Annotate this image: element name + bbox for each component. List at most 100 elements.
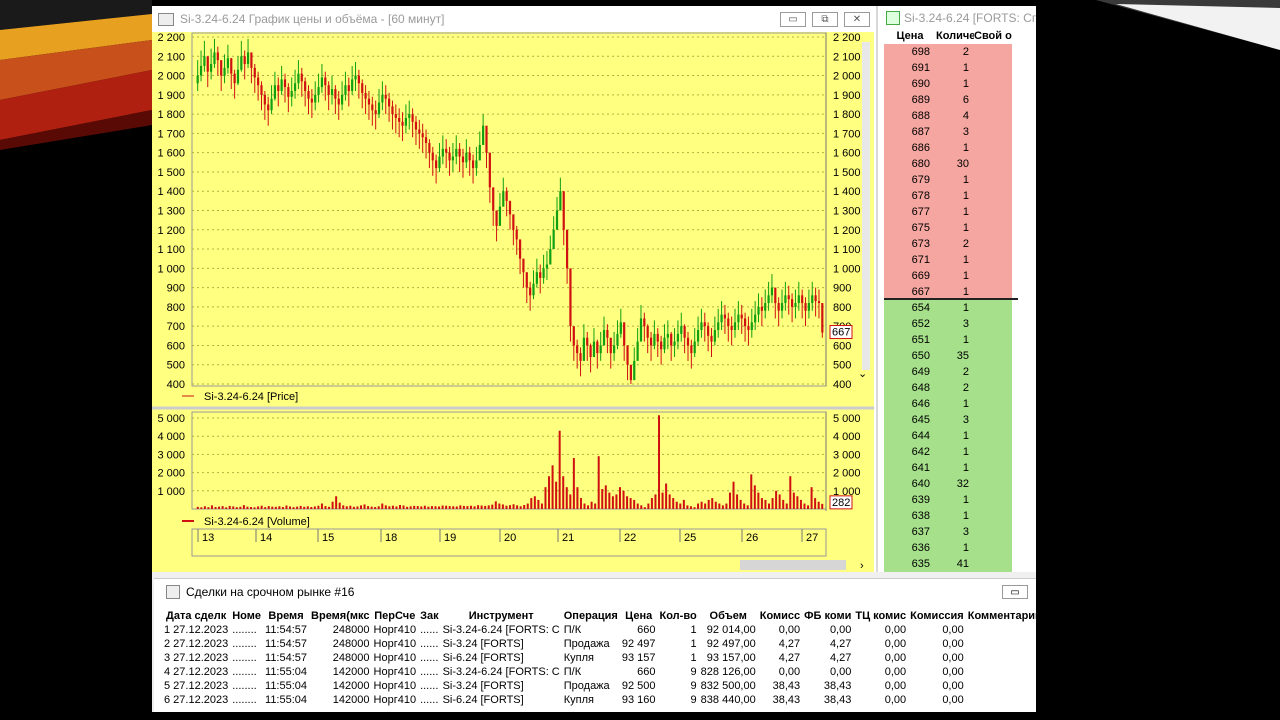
order-book-bid-row[interactable]: 645 3 bbox=[884, 412, 1036, 428]
deals-column-header[interactable]: Кол-во bbox=[658, 609, 699, 623]
deals-column-header[interactable]: Комисс bbox=[758, 609, 802, 623]
order-book-ask-row[interactable]: 686 1 bbox=[884, 140, 1036, 156]
order-book-own bbox=[974, 108, 1012, 124]
order-book-bid-row[interactable]: 639 1 bbox=[884, 492, 1036, 508]
order-book-ask-row[interactable]: 671 1 bbox=[884, 252, 1036, 268]
chart-area[interactable]: 2 200 2 200 2 100 2 100 2 000 2 000 1 900 1 900… bbox=[152, 32, 874, 572]
deals-column-header[interactable]: ФБ коми bbox=[802, 609, 853, 623]
order-book-bid-row[interactable]: 654 1 bbox=[884, 300, 1036, 316]
order-book-rows[interactable]: 698 2 691 1 690 1 689 6 688 4 687 3 686 1 680 30 679 1 678… bbox=[884, 44, 1036, 572]
price-candle bbox=[334, 89, 337, 99]
price-y-tick-label-left: 1 900 bbox=[157, 90, 185, 102]
order-book-ask-row[interactable]: 698 2 bbox=[884, 44, 1036, 60]
order-book-ask-row[interactable]: 690 1 bbox=[884, 76, 1036, 92]
order-book-ask-row[interactable]: 689 6 bbox=[884, 92, 1036, 108]
deals-column-header[interactable]: Время(мкс bbox=[309, 609, 371, 623]
minimize-button[interactable]: ▭ bbox=[780, 12, 806, 27]
deals-column-header[interactable]: Объем bbox=[699, 609, 758, 623]
price-candle bbox=[754, 314, 757, 323]
close-button[interactable]: ✕ bbox=[844, 12, 870, 27]
order-book-bid-row[interactable]: 648 2 bbox=[884, 380, 1036, 396]
order-book-ask-row[interactable]: 673 2 bbox=[884, 236, 1036, 252]
order-book-qty: 1 bbox=[936, 540, 974, 556]
order-book-ask-row[interactable]: 678 1 bbox=[884, 188, 1036, 204]
order-book-ask-row[interactable]: 680 30 bbox=[884, 156, 1036, 172]
order-book-ask-row[interactable]: 675 1 bbox=[884, 220, 1036, 236]
order-book-own bbox=[974, 60, 1012, 76]
order-book-price: 640 bbox=[884, 476, 936, 492]
order-book-bid-row[interactable]: 638 1 bbox=[884, 508, 1036, 524]
deals-cell: 0,00 bbox=[778, 624, 801, 636]
order-book-bid-row[interactable]: 651 1 bbox=[884, 332, 1036, 348]
order-book-bid-row[interactable]: 640 32 bbox=[884, 476, 1036, 492]
order-book-header: Цена Количе Свой об bbox=[884, 30, 1036, 44]
horizontal-scrollbar-thumb[interactable] bbox=[740, 560, 846, 570]
order-book-col-qty[interactable]: Количе bbox=[936, 30, 974, 44]
deals-column-header[interactable]: ТЦ комис bbox=[853, 609, 908, 623]
maximize-button[interactable]: ⧉ bbox=[812, 12, 838, 27]
deals-row[interactable]: 6 27.12.2023........ 11:55:04 142000 Норг41… bbox=[162, 693, 1036, 707]
order-book-bid-row[interactable]: 637 3 bbox=[884, 524, 1036, 540]
order-book-qty: 1 bbox=[936, 268, 974, 284]
deals-row[interactable]: 1 27.12.2023........ 11:54:57 248000 Норг41… bbox=[162, 623, 1036, 637]
order-book-ask-row[interactable]: 679 1 bbox=[884, 172, 1036, 188]
volume-bar bbox=[757, 492, 760, 509]
order-book-bid-row[interactable]: 652 3 bbox=[884, 316, 1036, 332]
order-book-bid-row[interactable]: 642 1 bbox=[884, 444, 1036, 460]
price-volume-chart[interactable]: 2 200 2 200 2 100 2 100 2 000 2 000 1 900 1 900… bbox=[152, 32, 874, 572]
order-book-ask-row[interactable]: 677 1 bbox=[884, 204, 1036, 220]
order-book-bid-row[interactable]: 641 1 bbox=[884, 460, 1036, 476]
order-book-bid-row[interactable]: 636 1 bbox=[884, 540, 1036, 556]
order-book-bid-row[interactable]: 650 35 bbox=[884, 348, 1036, 364]
price-scrollbar[interactable] bbox=[862, 42, 870, 370]
volume-bar bbox=[260, 505, 263, 509]
order-book-col-own[interactable]: Свой об bbox=[974, 30, 1012, 44]
order-book-bid-row[interactable]: 635 41 bbox=[884, 556, 1036, 572]
deals-column-header[interactable]: Инструмент bbox=[441, 609, 562, 623]
deals-minimize-button[interactable]: ▭ bbox=[1002, 585, 1028, 599]
deals-window: Сделки на срочном рынке #16 ▭ Дата сделк… bbox=[154, 578, 1036, 712]
price-y-tick-label-left: 1 500 bbox=[157, 167, 185, 179]
deals-row[interactable]: 5 27.12.2023........ 11:55:04 142000 Норг41… bbox=[162, 679, 1036, 693]
deals-column-header[interactable]: Время bbox=[263, 609, 309, 623]
order-book-ask-row[interactable]: 687 3 bbox=[884, 124, 1036, 140]
order-book-qty: 1 bbox=[936, 252, 974, 268]
order-book-ask-row[interactable]: 688 4 bbox=[884, 108, 1036, 124]
deals-cell: ........ bbox=[232, 680, 257, 692]
deals-column-header[interactable]: Комментарий bbox=[966, 609, 1036, 623]
price-y-tick-label-left: 700 bbox=[167, 321, 185, 333]
deals-column-header[interactable]: Зак bbox=[418, 609, 441, 623]
order-book-scrollbar[interactable] bbox=[1018, 48, 1036, 568]
deals-cell: П/К bbox=[563, 624, 582, 636]
order-book-col-price[interactable]: Цена bbox=[884, 30, 936, 44]
order-book-qty: 1 bbox=[936, 492, 974, 508]
deals-column-header[interactable]: Цена bbox=[620, 609, 658, 623]
order-book-bid-row[interactable]: 649 2 bbox=[884, 364, 1036, 380]
order-book-own bbox=[974, 236, 1012, 252]
order-book-ask-row[interactable]: 691 1 bbox=[884, 60, 1036, 76]
deals-column-header[interactable]: Комиссия bbox=[908, 609, 966, 623]
order-book-price: 644 bbox=[884, 428, 936, 444]
order-book-bid-row[interactable]: 646 1 bbox=[884, 396, 1036, 412]
order-book-ask-row[interactable]: 669 1 bbox=[884, 268, 1036, 284]
order-book-bid-row[interactable]: 644 1 bbox=[884, 428, 1036, 444]
scroll-down-icon[interactable]: ⌄ bbox=[858, 368, 867, 380]
price-candle bbox=[720, 314, 723, 323]
volume-bar bbox=[306, 506, 309, 509]
deals-cell: 142000 bbox=[332, 680, 370, 692]
deals-row[interactable]: 3 27.12.2023........ 11:54:57 248000 Норг41… bbox=[162, 651, 1036, 665]
volume-bar bbox=[324, 506, 327, 509]
volume-bar bbox=[196, 506, 199, 509]
deals-column-header[interactable]: Номе bbox=[230, 609, 263, 623]
price-candle bbox=[743, 318, 747, 327]
price-candle bbox=[381, 94, 384, 103]
price-candle bbox=[283, 79, 287, 88]
deals-column-header[interactable]: ПерСче bbox=[372, 609, 419, 623]
deals-row[interactable]: 2 27.12.2023........ 11:54:57 248000 Норг41… bbox=[162, 637, 1036, 651]
deals-row[interactable]: 4 27.12.2023........ 11:55:04 142000 Норг41… bbox=[162, 665, 1036, 679]
deals-column-header[interactable]: Операция bbox=[562, 609, 620, 623]
scroll-right-icon[interactable]: › bbox=[860, 560, 864, 572]
deals-table[interactable]: Дата сделк Номе Время Время(мкс ПерСче Зак Инс… bbox=[162, 609, 1036, 707]
deals-column-header[interactable]: Дата сделк bbox=[162, 609, 230, 623]
order-book-qty: 1 bbox=[936, 444, 974, 460]
